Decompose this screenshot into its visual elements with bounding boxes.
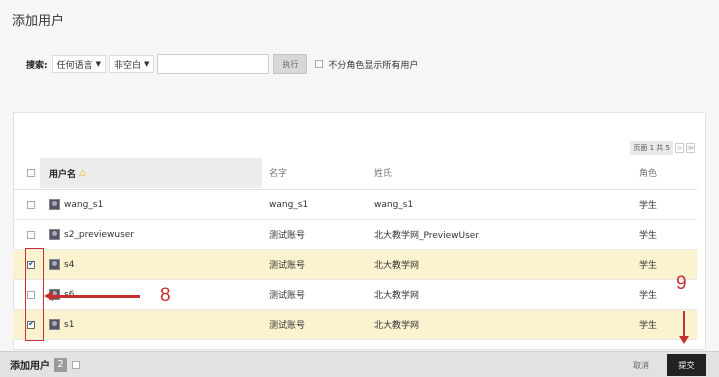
username-text: s2_previewuser bbox=[64, 229, 135, 240]
role-cell: 学生 bbox=[639, 201, 658, 211]
bottom-select-checkbox[interactable] bbox=[72, 360, 80, 369]
username-text: s1 bbox=[64, 319, 75, 330]
chevron-down-icon: ▼ bbox=[95, 60, 102, 68]
search-bar: 搜索: 任何语言 ▼ 非空白 ▼ 执行 不分角色显示所有用户 bbox=[26, 54, 418, 74]
select-all-checkbox[interactable] bbox=[27, 168, 35, 177]
table-row[interactable]: s4 测试账号 北大教学网 学生 bbox=[13, 250, 697, 280]
role-column-header[interactable]: 角色 bbox=[639, 166, 657, 179]
role-cell: 学生 bbox=[639, 321, 658, 331]
last-name-cell: wang_s1 bbox=[374, 199, 414, 210]
last-name-cell: 北大教学网 bbox=[374, 321, 420, 331]
language-select-value: 任何语言 bbox=[56, 60, 93, 71]
avatar bbox=[49, 229, 60, 240]
cancel-button[interactable]: 取消 bbox=[627, 357, 655, 373]
annotation-step-8: 8 bbox=[160, 285, 171, 306]
last-name-column-header[interactable]: 姓氏 bbox=[374, 166, 392, 179]
page-title: 添加用户 bbox=[12, 14, 65, 29]
next-page-button[interactable]: > bbox=[675, 143, 684, 153]
username-column-header[interactable]: 用户名 △ bbox=[40, 158, 262, 188]
add-users-label: 添加用户 bbox=[10, 361, 50, 372]
table-row[interactable]: s1 测试账号 北大教学网 学生 bbox=[13, 310, 697, 340]
chevron-down-icon: ▼ bbox=[144, 60, 150, 68]
last-name-cell: 北大教学网 bbox=[374, 261, 420, 271]
search-label: 搜索: bbox=[26, 60, 48, 71]
last-page-button[interactable]: ≫ bbox=[686, 143, 695, 153]
username-cell: s4 bbox=[49, 259, 74, 270]
last-name-cell: 北大教学网_PreviewUser bbox=[374, 231, 480, 241]
show-all-users-checkbox[interactable] bbox=[315, 60, 324, 68]
execute-button[interactable]: 执行 bbox=[273, 54, 308, 74]
role-cell: 学生 bbox=[639, 291, 658, 301]
table-row[interactable]: s2_previewuser 测试账号 北大教学网_PreviewUser 学生 bbox=[13, 220, 697, 250]
show-all-users-label: 不分角色显示所有用户 bbox=[328, 60, 419, 71]
row-checkbox[interactable] bbox=[27, 200, 35, 209]
arrow-down-icon bbox=[679, 336, 689, 344]
annotation-arrow-9 bbox=[683, 311, 685, 338]
avatar bbox=[49, 319, 60, 330]
annotation-arrow-8 bbox=[52, 295, 140, 298]
sort-ascending-icon[interactable]: △ bbox=[79, 168, 86, 178]
language-select[interactable]: 任何语言 ▼ bbox=[51, 55, 107, 73]
avatar bbox=[49, 199, 60, 210]
username-text: s4 bbox=[64, 259, 75, 270]
first-name-cell: 测试账号 bbox=[269, 291, 306, 301]
role-cell: 学生 bbox=[639, 261, 658, 271]
pager-text: 页面 1 共 5 bbox=[630, 141, 673, 155]
filter-select[interactable]: 非空白 ▼ bbox=[109, 55, 155, 73]
first-name-cell: 测试账号 bbox=[269, 321, 306, 331]
search-input[interactable] bbox=[157, 54, 270, 74]
first-name-cell: wang_s1 bbox=[269, 199, 309, 210]
username-cell: s1 bbox=[49, 319, 74, 330]
avatar bbox=[49, 259, 60, 270]
row-checkbox[interactable] bbox=[27, 230, 35, 239]
username-header-label: 用户名 bbox=[49, 169, 77, 180]
pager: 页面 1 共 5 > ≫ bbox=[630, 141, 695, 155]
first-name-cell: 测试账号 bbox=[269, 261, 306, 271]
first-name-column-header[interactable]: 名字 bbox=[269, 166, 287, 179]
bottom-action-bar: 添加用户 2 取消 提交 bbox=[0, 351, 719, 377]
annotation-step-9: 9 bbox=[676, 273, 687, 294]
submit-button[interactable]: 提交 bbox=[667, 354, 706, 376]
username-cell: wang_s1 bbox=[49, 199, 103, 210]
table-row[interactable]: wang_s1 wang_s1 wang_s1 学生 bbox=[13, 190, 697, 220]
checkbox-highlight-box bbox=[25, 248, 44, 341]
filter-select-value: 非空白 bbox=[114, 60, 142, 71]
selected-count-badge: 2 bbox=[54, 357, 67, 372]
role-cell: 学生 bbox=[639, 231, 658, 241]
table-header-row: 用户名 △ 名字 姓氏 角色 bbox=[13, 156, 697, 190]
username-text: wang_s1 bbox=[64, 199, 104, 210]
last-name-cell: 北大教学网 bbox=[374, 291, 420, 301]
first-name-cell: 测试账号 bbox=[269, 231, 306, 241]
username-cell: s2_previewuser bbox=[49, 229, 134, 240]
